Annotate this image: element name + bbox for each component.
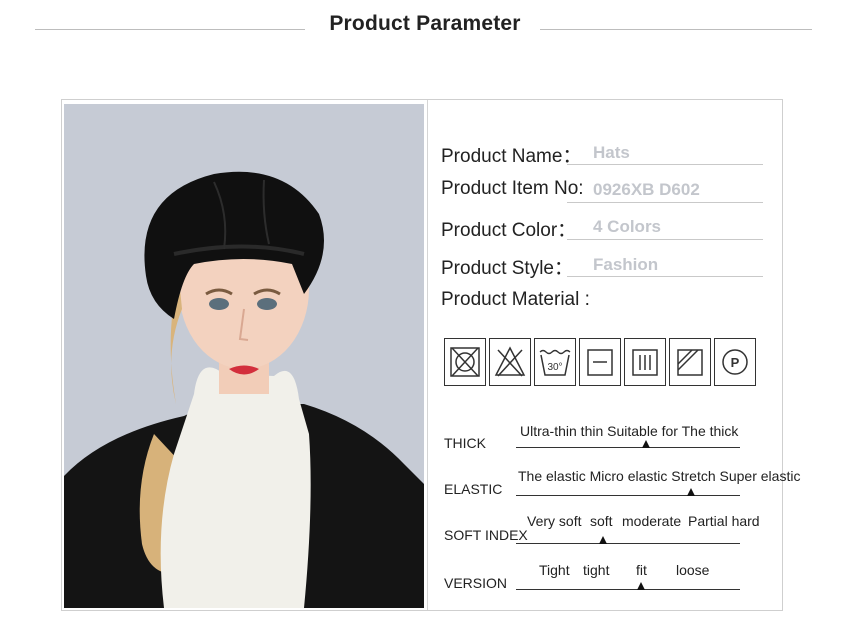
page-title: Product Parameter bbox=[329, 12, 521, 35]
scale-option-partial-hard: Partial hard bbox=[688, 513, 760, 529]
param-underline-name bbox=[567, 164, 763, 165]
param-value-style: Fashion bbox=[593, 255, 659, 274]
scale-option-loose: loose bbox=[676, 562, 710, 578]
model-wearing-hat-illustration bbox=[64, 104, 424, 608]
param-label-material: Product Material : bbox=[441, 289, 590, 310]
scale-label-version: VERSION bbox=[444, 575, 508, 591]
dry-flat-icon bbox=[579, 338, 621, 386]
scale-option-fit: fit bbox=[636, 562, 647, 578]
scale-line-elastic bbox=[516, 495, 740, 496]
wash-temp-label: 30° bbox=[547, 362, 562, 373]
scale-label-elastic: ELASTIC bbox=[444, 481, 503, 497]
param-value-name: Hats bbox=[593, 143, 630, 162]
scale-marker-elastic bbox=[686, 488, 695, 496]
scale-option-very-soft: Very soft bbox=[527, 513, 582, 529]
shade-dry-icon bbox=[669, 338, 711, 386]
param-underline-color bbox=[567, 239, 763, 240]
scale-marker-version bbox=[637, 582, 646, 590]
scale-marker-thick bbox=[641, 440, 650, 448]
professional-cleaning-p-icon: P bbox=[714, 338, 756, 386]
no-tumble-dry-icon bbox=[444, 338, 486, 386]
pro-clean-letter: P bbox=[731, 355, 740, 370]
scale-option-soft: soft bbox=[590, 513, 613, 529]
scale-option-moderate: moderate bbox=[622, 513, 682, 529]
param-underline-style bbox=[567, 276, 763, 277]
panel-divider bbox=[427, 100, 428, 610]
param-label-style: Product Style： bbox=[441, 258, 573, 279]
no-bleach-icon bbox=[489, 338, 531, 386]
param-value-color: 4 Colors bbox=[593, 217, 662, 236]
scale-option-tight-1: Tight bbox=[539, 562, 570, 578]
scale-marker-soft-index bbox=[599, 536, 608, 544]
param-label-item-no: Product Item No: bbox=[441, 178, 584, 199]
drip-dry-icon bbox=[624, 338, 666, 386]
scale-label-soft-index: SOFT INDEX bbox=[444, 527, 528, 543]
param-label-color: Product Color： bbox=[441, 220, 577, 241]
scale-options-elastic: The elastic Micro elastic Stretch Super … bbox=[518, 468, 801, 484]
scale-line-thick bbox=[516, 447, 740, 448]
scale-option-tight-2: tight bbox=[583, 562, 610, 578]
scale-line-version bbox=[516, 589, 740, 590]
scale-label-thick: THICK bbox=[444, 435, 486, 451]
param-value-item-no: 0926XB D602 bbox=[593, 180, 700, 199]
scale-options-thick: Ultra-thin thin Suitable for The thick bbox=[520, 423, 739, 439]
param-underline-item-no bbox=[567, 202, 763, 203]
scale-line-soft-index bbox=[516, 543, 740, 544]
product-photo bbox=[64, 104, 424, 608]
wash-30-icon: 30° bbox=[534, 338, 576, 386]
param-label-name: Product Name： bbox=[441, 146, 582, 167]
